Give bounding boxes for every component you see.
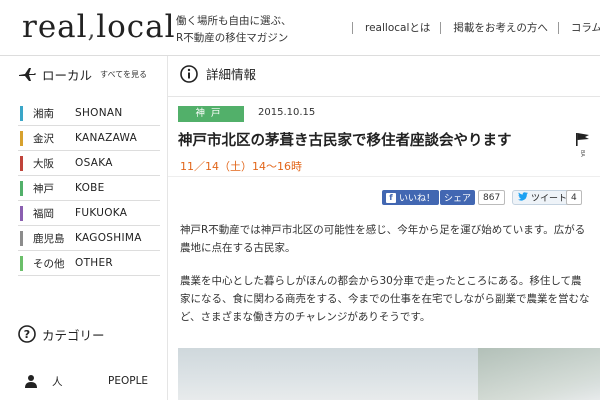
- region-list: 湘南 SHONAN 金沢 KANAZAWA 大阪 OSAKA 神戸 KOBE 福…: [18, 101, 160, 276]
- facebook-share-button[interactable]: シェア: [440, 190, 476, 205]
- region-label-en: KANAZAWA: [75, 132, 138, 144]
- category-label-en: PEOPLE: [108, 375, 149, 387]
- region-item-other[interactable]: その他 OTHER: [18, 251, 160, 276]
- facebook-share-count: 867: [478, 190, 506, 205]
- category-title: カテゴリー: [42, 327, 105, 343]
- tweet-label: ツイート: [531, 194, 568, 204]
- region-color-bar: [20, 105, 23, 121]
- region-label-en: OSAKA: [75, 157, 113, 169]
- region-item-shonan[interactable]: 湘南 SHONAN: [18, 101, 160, 126]
- nav-about[interactable]: reallocalとは: [352, 22, 440, 34]
- detail-section-header: 詳細情報: [180, 64, 256, 83]
- top-nav: reallocalとは 掲載をお考えの方へ コラム: [352, 22, 600, 34]
- region-color-bar: [20, 255, 23, 271]
- tweet-count: 4: [566, 190, 582, 205]
- local-title: ローカル: [42, 67, 93, 83]
- see-all-link[interactable]: すべてを見る: [100, 69, 147, 80]
- tweet-button[interactable]: ツイート: [512, 190, 574, 205]
- region-tag[interactable]: 神戸: [178, 106, 244, 122]
- category-list: 人 PEOPLE: [18, 370, 160, 392]
- region-item-kagoshima[interactable]: 鹿児島 KAGOSHIMA: [18, 226, 160, 251]
- bulb-icon: ?: [18, 325, 36, 343]
- category-section-header: ? カテゴリー: [18, 322, 105, 346]
- local-section-header: ローカル すべてを見る: [18, 62, 147, 86]
- region-color-bar: [20, 230, 23, 246]
- region-label-en: KAGOSHIMA: [75, 232, 142, 244]
- article-paragraph: 神戸R不動産では神戸市北区の可能性を感じ、今年から足を運び始めています。広がる農…: [180, 224, 586, 254]
- category-label-jp: 人: [52, 375, 63, 388]
- region-item-fukuoka[interactable]: 福岡 FUKUOKA: [18, 201, 160, 226]
- article-title: 神戸市北区の茅葺き古民家で移住者座談会やります: [178, 133, 512, 149]
- facebook-like-button[interactable]: f いいね！: [382, 190, 440, 205]
- like-label: いいね！: [399, 194, 436, 204]
- info-icon: [180, 64, 198, 83]
- detail-title: 詳細情報: [206, 67, 257, 82]
- main-content: 詳細情報 神戸 2015.10.15 神戸市北区の茅葺き古民家で移住者座談会やり…: [168, 56, 600, 400]
- region-label-jp: 湘南: [33, 107, 54, 120]
- region-label-en: OTHER: [75, 257, 114, 269]
- region-color-bar: [20, 130, 23, 146]
- category-item-people[interactable]: 人 PEOPLE: [18, 370, 160, 392]
- region-item-kanazawa[interactable]: 金沢 KANAZAWA: [18, 126, 160, 151]
- article-paragraph: 農業を中心とした暮らしがほんの都会から30分車で走ったところにある。移住して農家…: [180, 275, 590, 323]
- site-tagline: 働く場所も自由に選ぶ、 R不動産の移住マガジン: [176, 15, 292, 44]
- svg-text:?: ?: [24, 328, 30, 341]
- region-color-bar: [20, 180, 23, 196]
- article-photo: [178, 348, 600, 400]
- nav-column[interactable]: コラム: [557, 22, 600, 34]
- flag-icon[interactable]: BACK: [574, 131, 592, 164]
- post-date: 2015.10.15: [258, 107, 316, 118]
- region-item-kobe[interactable]: 神戸 KOBE: [18, 176, 160, 201]
- site-header: real,local 働く場所も自由に選ぶ、 R不動産の移住マガジン reall…: [0, 0, 600, 56]
- person-icon: [24, 374, 38, 388]
- region-label-jp: 神戸: [33, 182, 54, 195]
- event-date: 11／14（土）14〜16時: [180, 160, 302, 173]
- region-label-jp: 福岡: [33, 207, 54, 220]
- region-label-jp: 金沢: [33, 132, 54, 145]
- region-item-osaka[interactable]: 大阪 OSAKA: [18, 151, 160, 176]
- site-logo[interactable]: real,local: [22, 9, 176, 45]
- sidebar: ローカル すべてを見る 湘南 SHONAN 金沢 KANAZAWA 大阪 OSA…: [0, 56, 168, 400]
- region-color-bar: [20, 155, 23, 171]
- region-color-bar: [20, 205, 23, 221]
- title-divider: [168, 176, 600, 177]
- twitter-bird-icon: [518, 191, 528, 204]
- region-label-jp: その他: [33, 257, 65, 270]
- section-divider: [168, 96, 600, 97]
- region-label-en: FUKUOKA: [75, 207, 128, 219]
- region-label-jp: 鹿児島: [33, 232, 65, 245]
- svg-text:BACK: BACK: [579, 150, 585, 157]
- nav-advertise[interactable]: 掲載をお考えの方へ: [440, 22, 558, 34]
- region-label-en: KOBE: [75, 182, 105, 194]
- facebook-icon: f: [386, 192, 396, 203]
- photo-foliage: [478, 348, 600, 400]
- airplane-icon: [18, 65, 36, 83]
- region-label-en: SHONAN: [75, 107, 123, 119]
- region-label-jp: 大阪: [33, 157, 54, 170]
